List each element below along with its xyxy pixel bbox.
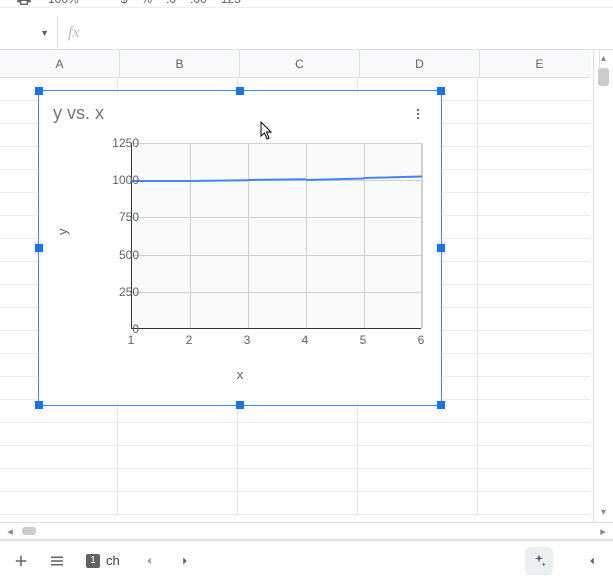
toolbar-zoom[interactable]: 100% — [48, 0, 79, 6]
sheet-history-prev[interactable] — [134, 546, 164, 576]
column-header-e[interactable]: E — [480, 50, 600, 77]
chart-xtick-label: 4 — [302, 333, 309, 347]
chart-canvas: y vs. x 025050075010001250 123456 y x — [45, 97, 435, 399]
chart-gridline-h — [132, 217, 421, 218]
number-format-button[interactable]: 123 — [221, 0, 241, 6]
chart-title: y vs. x — [45, 97, 435, 126]
resize-handle-br[interactable] — [437, 401, 445, 409]
chart-gridline-h — [132, 255, 421, 256]
scroll-right-icon[interactable]: ▸ — [593, 525, 613, 538]
embedded-chart[interactable]: y vs. x 025050075010001250 123456 y x — [38, 90, 442, 406]
chart-gridline-v — [190, 143, 191, 328]
sheet-name: ch — [106, 553, 120, 568]
add-sheet-button[interactable] — [6, 546, 36, 576]
fx-label: fx — [58, 24, 90, 42]
chart-gridline-v — [248, 143, 249, 328]
chart-gridline-v — [421, 143, 422, 328]
chart-gridline-v — [364, 143, 365, 328]
chart-xtick-label: 5 — [360, 333, 367, 347]
chart-xtick-label: 1 — [128, 333, 135, 347]
chart-plot-area — [131, 143, 421, 329]
chart-ytick-label: 1250 — [79, 136, 139, 150]
chart-xtick-label: 2 — [186, 333, 193, 347]
chart-gridline-h — [132, 143, 421, 144]
kebab-icon — [411, 107, 425, 121]
column-header-d[interactable]: D — [360, 50, 480, 77]
chevron-right-icon — [178, 554, 192, 568]
resize-handle-mr[interactable] — [437, 244, 445, 252]
chart-gridline-v — [306, 143, 307, 328]
column-headers: A B C D E — [0, 50, 590, 78]
all-sheets-button[interactable] — [42, 546, 72, 576]
currency-icon[interactable]: $ — [121, 0, 128, 6]
sheet-bar: 1 ch — [0, 540, 613, 580]
explore-button[interactable] — [525, 547, 553, 575]
chart-menu-button[interactable] — [407, 103, 429, 125]
chart-x-axis-label: x — [45, 367, 435, 382]
horizontal-scrollbar-thumb[interactable] — [22, 527, 36, 535]
resize-handle-ml[interactable] — [35, 244, 43, 252]
formula-input[interactable] — [90, 16, 613, 49]
column-header-c[interactable]: C — [240, 50, 360, 77]
increase-decimal-icon[interactable]: .00 — [190, 0, 207, 6]
resize-handle-bm[interactable] — [236, 401, 244, 409]
chart-ytick-label: 1000 — [79, 173, 139, 187]
chart-xtick-label: 3 — [244, 333, 251, 347]
chart-xtick-label: 6 — [418, 333, 425, 347]
name-box[interactable]: ▼ — [0, 16, 58, 50]
resize-handle-bl[interactable] — [35, 401, 43, 409]
resize-handle-tl[interactable] — [35, 87, 43, 95]
resize-handle-tr[interactable] — [437, 87, 445, 95]
menu-icon — [48, 552, 66, 570]
chart-ytick-label: 750 — [79, 210, 139, 224]
scroll-left-icon[interactable]: ◂ — [0, 525, 20, 538]
print-icon[interactable] — [14, 0, 34, 9]
sheet-history-next[interactable] — [170, 546, 200, 576]
chevron-left-icon — [585, 554, 599, 568]
vertical-scrollbar[interactable]: ▴ ▾ — [593, 50, 613, 522]
sparkle-icon — [531, 553, 547, 569]
chart-ytick-label: 500 — [79, 248, 139, 262]
chart-gridline-v — [422, 143, 423, 328]
column-header-a[interactable]: A — [0, 50, 120, 77]
chart-ytick-label: 250 — [79, 285, 139, 299]
collapse-sidebar-button[interactable] — [577, 546, 607, 576]
decrease-decimal-icon[interactable]: .0 — [166, 0, 176, 6]
chevron-left-icon — [142, 554, 156, 568]
chart-line-segment — [132, 180, 190, 182]
sheet-tab[interactable]: 1 ch — [78, 546, 128, 576]
horizontal-scrollbar[interactable]: ◂ ▸ — [0, 522, 613, 540]
chart-gridline-h — [132, 292, 421, 293]
sheet-comment-badge: 1 — [86, 554, 100, 568]
chart-line-segment — [190, 179, 248, 182]
scroll-up-icon[interactable]: ▴ — [594, 50, 613, 68]
formula-bar: ▼ fx — [0, 16, 613, 50]
resize-handle-tm[interactable] — [236, 87, 244, 95]
chart-y-axis-label: y — [55, 229, 70, 236]
toolbar-fragment: 100% $ % .0 .00 123 — [0, 0, 613, 8]
scroll-down-icon[interactable]: ▾ — [594, 504, 613, 522]
vertical-scrollbar-thumb[interactable] — [598, 68, 609, 86]
chevron-down-icon: ▼ — [40, 28, 49, 38]
percent-icon[interactable]: % — [141, 0, 152, 6]
chart-line-segment — [364, 176, 422, 179]
column-header-b[interactable]: B — [120, 50, 240, 77]
plus-icon — [12, 552, 30, 570]
